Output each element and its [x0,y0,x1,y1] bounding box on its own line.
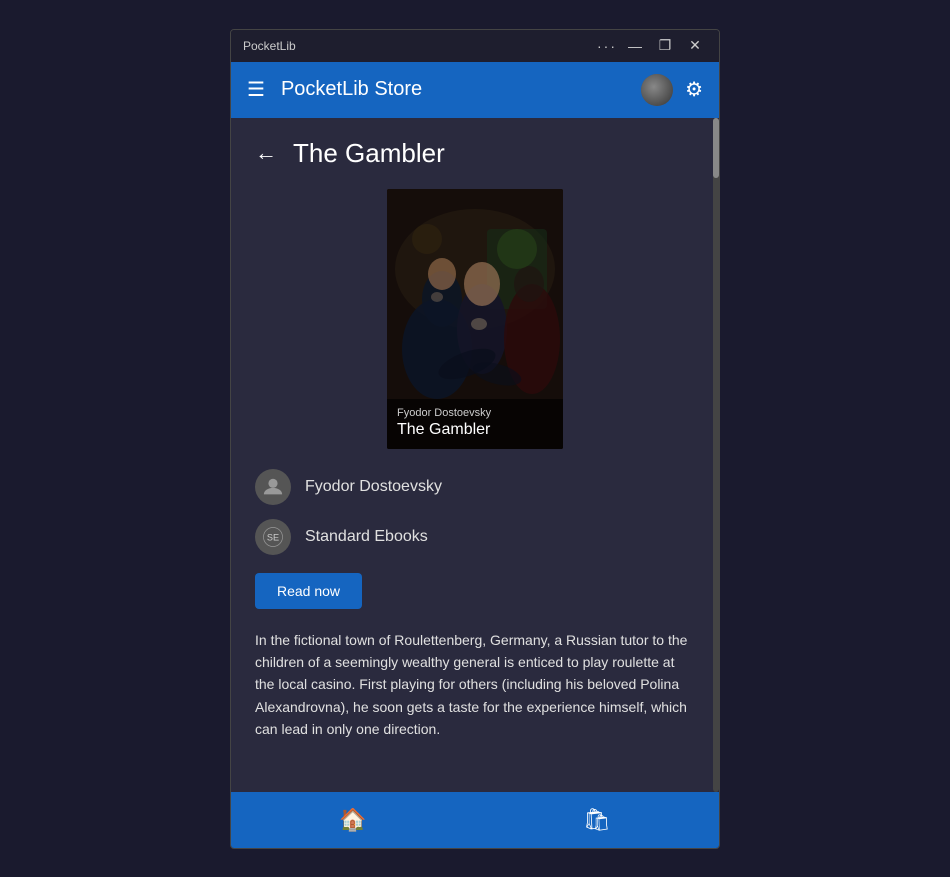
scrollbar-thumb[interactable] [713,118,719,178]
page-header: ← The Gambler [255,138,695,169]
back-button[interactable]: ← [255,142,277,164]
read-now-button[interactable]: Read now [255,573,362,609]
scrollbar[interactable] [713,118,719,792]
book-detail: ← The Gambler [231,118,719,761]
store-nav-button[interactable]: 🛍 [543,799,651,841]
svg-text:SE: SE [267,532,279,542]
avatar[interactable] [641,74,673,106]
gear-icon[interactable]: ⚙ [685,77,703,102]
app-name: PocketLib [243,39,296,53]
author-icon [255,469,291,505]
minimize-button[interactable]: — [623,34,647,58]
bag-icon: 🛍 [583,807,611,833]
publisher-row: SE Standard Ebooks [255,519,695,555]
cover-title: The Gambler [397,421,553,439]
home-icon: 🏠 [339,807,366,833]
author-row: Fyodor Dostoevsky [255,469,695,505]
book-description: In the fictional town of Roulettenberg, … [255,629,695,741]
cover-overlay: Fyodor Dostoevsky The Gambler [387,399,563,449]
book-cover-container: Fyodor Dostoevsky The Gambler [255,189,695,449]
main-content: ← The Gambler [231,118,719,792]
read-now-section: Read now [255,569,695,629]
title-bar-dots: ··· [597,38,617,54]
close-button[interactable]: ✕ [683,34,707,58]
page-title: The Gambler [293,138,445,169]
header-icons: ⚙ [641,74,703,106]
title-bar: PocketLib ··· — ❐ ✕ [231,30,719,62]
author-name: Fyodor Dostoevsky [305,478,442,496]
cover-author: Fyodor Dostoevsky [397,407,553,419]
book-cover[interactable]: Fyodor Dostoevsky The Gambler [387,189,563,449]
app-header: ☰ PocketLib Store ⚙ [231,62,719,118]
bottom-nav: 🏠 🛍 [231,792,719,848]
app-header-title: PocketLib Store [281,78,625,101]
publisher-name: Standard Ebooks [305,528,428,546]
hamburger-icon[interactable]: ☰ [247,77,265,102]
publisher-icon: SE [255,519,291,555]
home-nav-button[interactable]: 🏠 [299,799,406,841]
maximize-button[interactable]: ❐ [653,34,677,58]
